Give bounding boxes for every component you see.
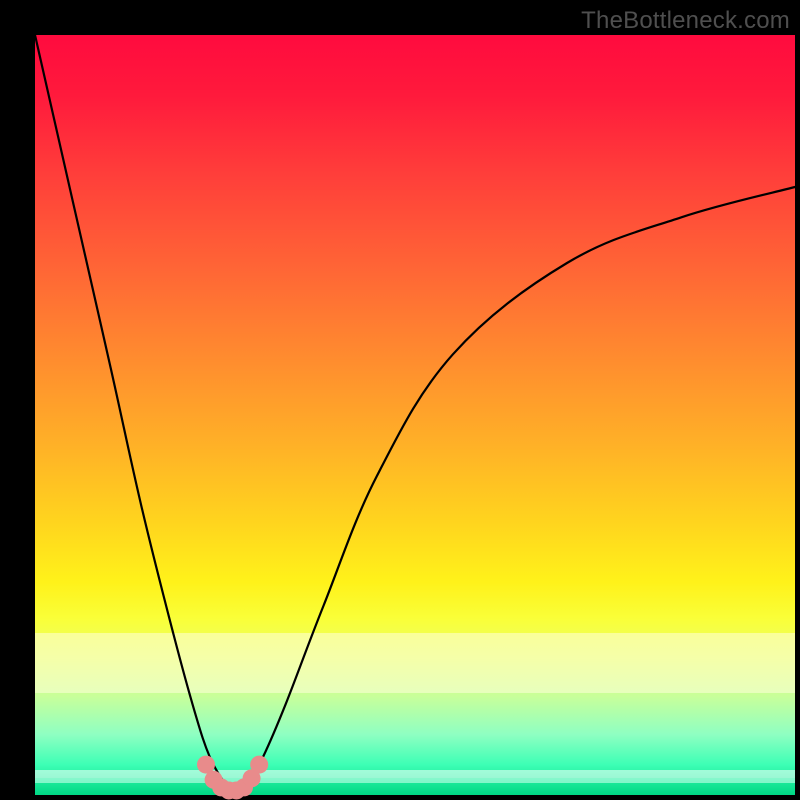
plot-area: [35, 35, 795, 795]
watermark-text: TheBottleneck.com: [581, 7, 790, 35]
chart-frame: TheBottleneck.com: [0, 0, 800, 800]
